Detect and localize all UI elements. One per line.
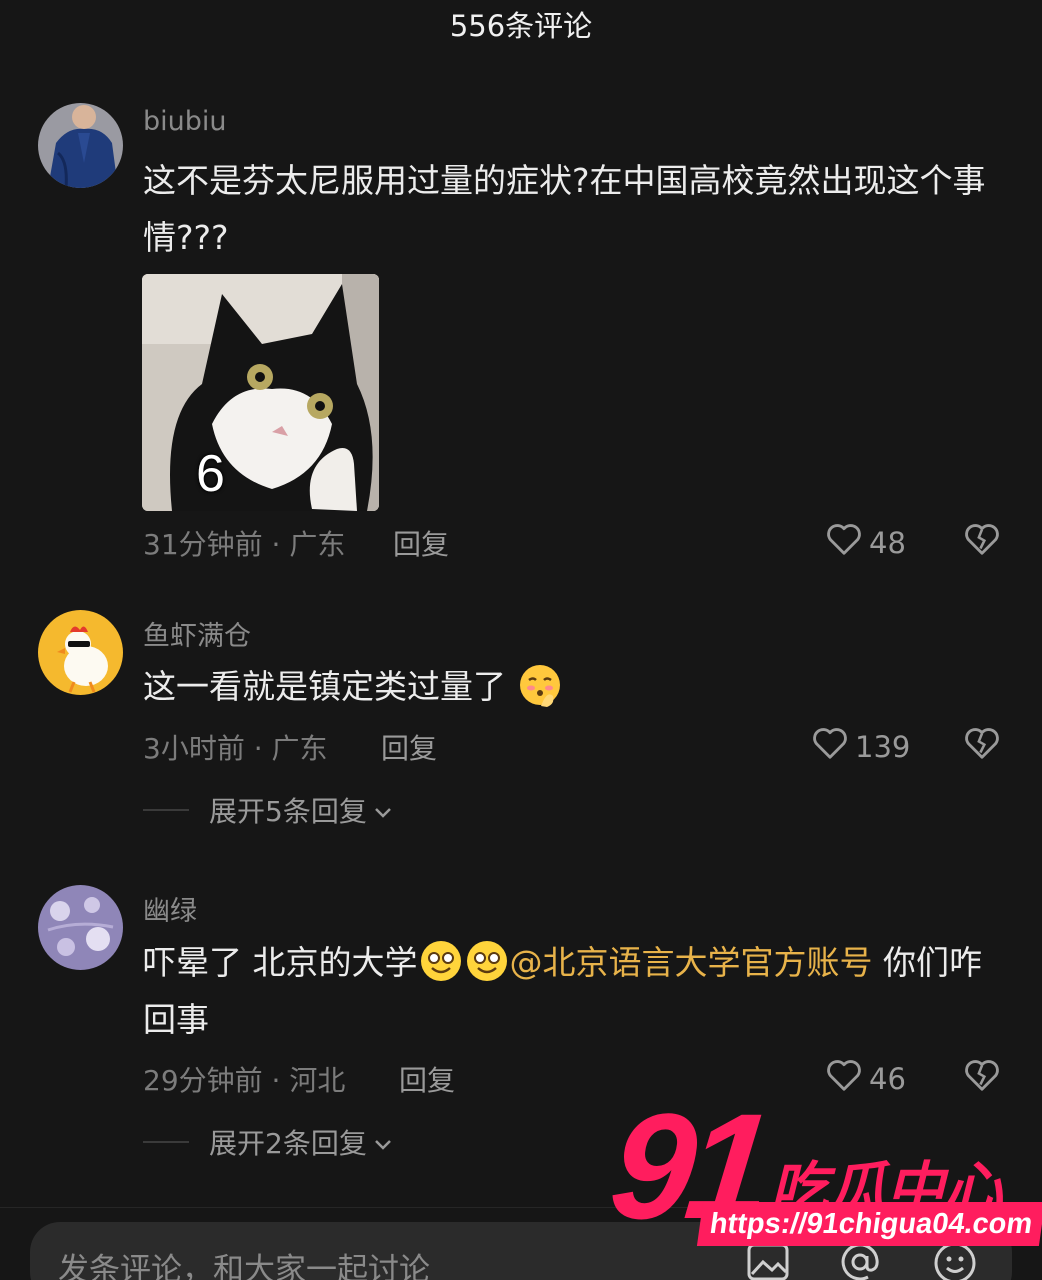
comment-time-location: 29分钟前 · 河北 [143,1064,346,1097]
like-count: 46 [869,1061,906,1096]
comment-text: 这一看就是镇定类过量了 [143,658,1003,715]
comment-text: 吓晕了 北京的大学 @北京语言大学官方账号 你们咋回事 [143,934,1003,1048]
grinning-emoji-icon [464,938,510,984]
dislike-button[interactable] [963,1057,1001,1097]
expand-replies-label: 展开5条回复 [209,795,367,828]
expand-replies-button[interactable]: 展开5条回复 [143,790,393,830]
divider [143,809,189,811]
broken-heart-icon [963,728,1001,765]
divider [143,1141,189,1143]
heart-icon [825,521,863,564]
like-button[interactable]: 139 [811,725,910,768]
comment-count-title: 556条评论 [449,9,593,43]
like-button[interactable]: 48 [825,521,906,564]
username[interactable]: 鱼虾满仓 [143,614,251,653]
broken-heart-icon [963,1060,1001,1097]
comment-text: 这不是芬太尼服用过量的症状?在中国高校竟然出现这个事情??? [143,161,986,257]
sticker-caption: 6 [196,445,225,503]
comment-input[interactable]: 发条评论，和大家一起讨论 [58,1244,430,1280]
chevron-down-icon [373,794,393,827]
dislike-button[interactable] [963,521,1001,561]
heart-icon [811,725,849,768]
like-count: 139 [855,729,911,764]
comment-text-content: 吓晕了 北京的大学 [143,943,418,982]
comment-time-location: 3小时前 · 广东 [143,732,328,765]
reply-button[interactable]: 回复 [381,727,437,767]
chevron-down-icon [373,1126,393,1159]
expand-replies-button[interactable]: 展开2条回复 [143,1122,393,1162]
shushing-emoji-icon [517,662,563,708]
username[interactable]: 幽绿 [143,889,197,928]
at-icon[interactable] [838,1240,882,1280]
watermark-url: https://91chigua04.com [696,1202,1042,1246]
heart-icon [825,1057,863,1100]
reply-button[interactable]: 回复 [393,523,449,563]
like-count: 48 [869,525,906,560]
username[interactable]: biubiu [143,106,227,137]
emoji-icon[interactable] [932,1240,978,1280]
dislike-button[interactable] [963,725,1001,765]
comment-text-content: 这一看就是镇定类过量了 [143,667,506,706]
avatar[interactable] [38,885,123,970]
expand-replies-label: 展开2条回复 [209,1127,367,1160]
mention-link[interactable]: @北京语言大学官方账号 [510,943,873,982]
grinning-emoji-icon [418,938,464,984]
reply-button[interactable]: 回复 [399,1059,455,1099]
avatar[interactable] [38,103,123,188]
like-button[interactable]: 46 [825,1057,906,1100]
broken-heart-icon [963,524,1001,561]
cat-sticker-image[interactable]: 6 [142,274,379,511]
avatar[interactable] [38,610,123,695]
comment-time-location: 31分钟前 · 广东 [143,528,346,561]
